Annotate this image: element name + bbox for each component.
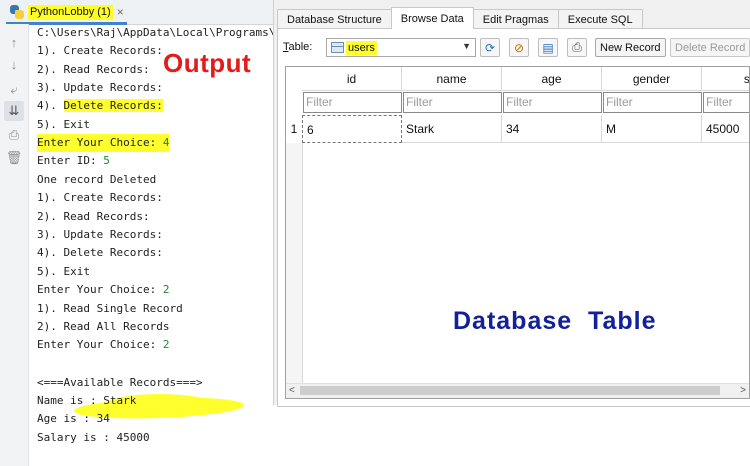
- scroll-to-end-icon[interactable]: ⇊: [4, 101, 24, 121]
- run-tab-title: PythonLobby (1): [28, 4, 113, 20]
- down-arrow-icon[interactable]: ↓: [4, 54, 24, 74]
- table-label: Table:: [283, 41, 312, 53]
- tab-execute-sql[interactable]: Execute SQL: [557, 9, 643, 29]
- trash-icon[interactable]: 🗑: [4, 148, 24, 168]
- row-number[interactable]: 1: [286, 115, 302, 143]
- console-line: Salary is : 45000: [37, 431, 150, 444]
- console-line-choice: Enter Your Choice: 4: [37, 134, 170, 152]
- print-icon[interactable]: ⎙: [567, 38, 587, 57]
- run-toolbar: ↑ ↓ ⤶ ⇊ ⎙ 🗑: [0, 24, 29, 466]
- column-header-gender[interactable]: gender: [602, 67, 702, 91]
- cell-age[interactable]: 34: [502, 115, 602, 143]
- db-browser-window: Database Structure Browse Data Edit Prag…: [273, 0, 750, 407]
- console-text: Enter Your Choice:: [37, 136, 163, 149]
- output-annotation: Output: [163, 48, 252, 78]
- column-header-name[interactable]: name: [402, 67, 502, 91]
- console-output[interactable]: C:\Users\Raj\AppData\Local\Programs\ 1).…: [37, 24, 273, 466]
- up-arrow-icon[interactable]: ↑: [4, 32, 24, 52]
- scroll-right-icon[interactable]: >: [740, 384, 746, 398]
- console-text: Enter ID:: [37, 154, 104, 167]
- console-line: Age is : 34: [37, 412, 110, 425]
- save-table-icon[interactable]: ▤: [538, 38, 558, 57]
- new-record-button[interactable]: New Record: [595, 38, 666, 57]
- filter-row: Filter Filter Filter Filter Filter: [286, 91, 749, 115]
- clear-filters-icon[interactable]: ⊘: [509, 38, 529, 57]
- filter-input-id[interactable]: Filter: [303, 92, 402, 113]
- console-line: 2). Read Records:: [37, 63, 150, 76]
- scroll-left-icon[interactable]: <: [289, 384, 295, 398]
- filter-input-name[interactable]: Filter: [403, 92, 502, 113]
- table-label-text: able:: [288, 41, 313, 53]
- row-gutter: [286, 143, 303, 383]
- table-icon: [331, 42, 344, 53]
- horizontal-scrollbar[interactable]: < >: [286, 383, 749, 398]
- header-row: id name age gender sal: [286, 67, 749, 91]
- console-line: 1). Create Records:: [37, 191, 163, 204]
- python-icon: [9, 4, 25, 20]
- delete-record-button[interactable]: Delete Record: [670, 38, 750, 57]
- console-line: 3). Update Records:: [37, 81, 163, 94]
- run-tabbar: PythonLobby (1) ×: [0, 0, 273, 25]
- console-line: Name is : Stark: [37, 394, 137, 407]
- data-grid[interactable]: id name age gender sal Filter Filter Fil…: [285, 66, 750, 399]
- cell-salary[interactable]: 45000: [702, 115, 749, 143]
- print-icon[interactable]: ⎙: [4, 125, 24, 145]
- tab-edit-pragmas[interactable]: Edit Pragmas: [472, 9, 559, 29]
- console-number: 4: [162, 136, 170, 149]
- db-tabs: Database Structure Browse Data Edit Prag…: [277, 7, 643, 29]
- console-text: Enter Your Choice:: [37, 338, 163, 351]
- console-line-id: Enter ID: 5: [37, 152, 110, 170]
- console-line: 4). Delete Records:: [37, 246, 163, 259]
- console-text-highlight: Delete Records:: [63, 99, 163, 112]
- column-header-id[interactable]: id: [302, 67, 402, 91]
- cell-id[interactable]: 6: [302, 115, 402, 143]
- console-line: 2). Read Records:: [37, 210, 150, 223]
- console-line: One record Deleted: [37, 173, 157, 186]
- console-line-choice: Enter Your Choice: 2: [37, 336, 169, 354]
- run-tab-pythonlobby[interactable]: PythonLobby (1) ×: [6, 2, 127, 25]
- console-number: 2: [162, 283, 170, 296]
- console-line: 5). Exit: [37, 118, 90, 131]
- console-line-delete: 4). Delete Records:: [37, 97, 163, 115]
- table-select[interactable]: users ▼: [326, 38, 476, 57]
- chevron-down-icon: ▼: [462, 41, 471, 51]
- close-icon[interactable]: ×: [117, 5, 124, 20]
- console-line: 2). Read All Records: [37, 320, 170, 333]
- cell-name[interactable]: Stark: [402, 115, 502, 143]
- filter-input-age[interactable]: Filter: [503, 92, 602, 113]
- console-number: 2: [162, 338, 170, 351]
- tab-browse-data[interactable]: Browse Data: [390, 7, 474, 29]
- filter-input-gender[interactable]: Filter: [603, 92, 702, 113]
- browse-toolbar: Table: users ▼ ⟳ ⊘ ▤ ⎙ New Record Delete…: [282, 38, 750, 58]
- console-line: 3). Update Records:: [37, 228, 163, 241]
- console-line-choice: Enter Your Choice: 2: [37, 281, 169, 299]
- column-header-salary[interactable]: sal: [702, 67, 749, 91]
- console-number: 5: [103, 154, 110, 167]
- cell-gender[interactable]: M: [602, 115, 702, 143]
- tab-database-structure[interactable]: Database Structure: [277, 9, 392, 29]
- console-line: 1). Read Single Record: [37, 302, 183, 315]
- console-text: 4).: [37, 99, 64, 112]
- refresh-icon[interactable]: ⟳: [480, 38, 500, 57]
- console-line: 1). Create Records:: [37, 44, 163, 57]
- table-select-value: users: [346, 41, 377, 55]
- console-text: Enter Your Choice:: [37, 283, 163, 296]
- soft-wrap-icon[interactable]: ⤶: [4, 80, 24, 100]
- column-header-age[interactable]: age: [502, 67, 602, 91]
- database-table-annotation: Database Table: [453, 307, 657, 335]
- filter-input-salary[interactable]: Filter: [703, 92, 749, 113]
- scrollbar-thumb[interactable]: [300, 386, 720, 395]
- console-line-records: <===Available Records===>: [37, 376, 203, 389]
- console-line: 5). Exit: [37, 265, 90, 278]
- table-row[interactable]: 1 6 Stark 34 M 45000: [286, 115, 749, 143]
- run-panel: PythonLobby (1) × ↑ ↓ ⤶ ⇊ ⎙ 🗑 C:\Users\R…: [0, 0, 273, 466]
- console-line: C:\Users\Raj\AppData\Local\Programs\: [37, 26, 273, 39]
